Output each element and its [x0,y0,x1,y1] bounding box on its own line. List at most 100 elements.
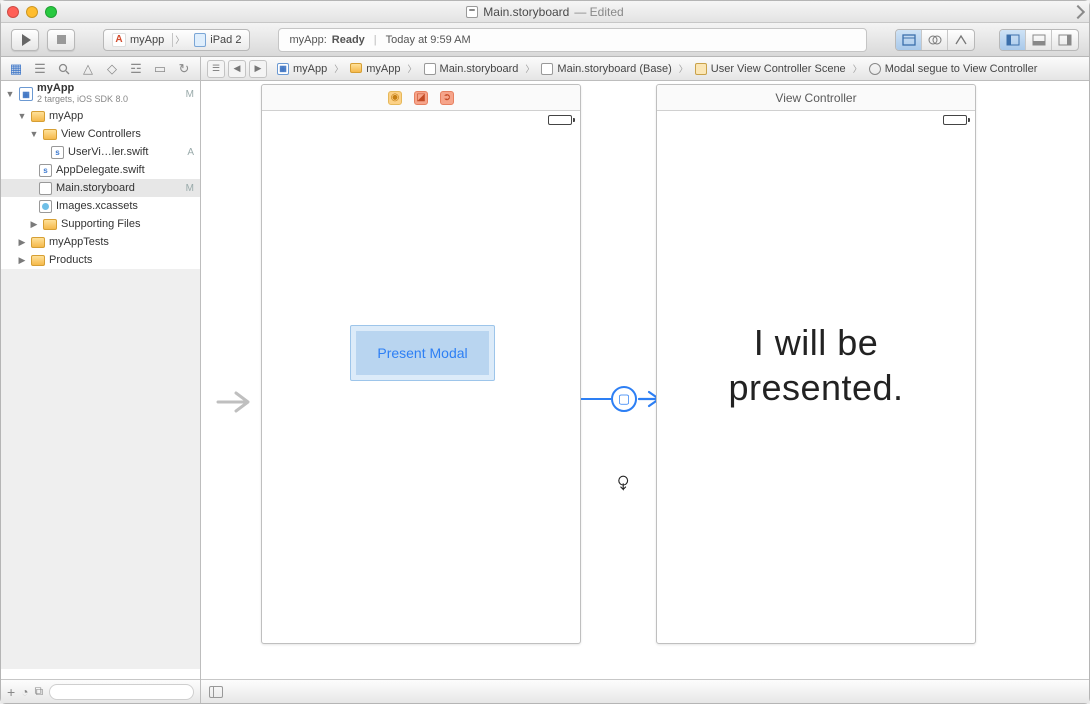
navigator-filter-bar: + ◔ ⧉ [1,679,200,703]
filter-field[interactable] [49,684,194,700]
stop-button[interactable] [47,29,75,51]
group-label: Supporting Files [61,218,141,230]
storyboard-doc-icon [466,6,478,18]
group-label: View Controllers [61,128,141,140]
initial-vc-arrow-icon[interactable] [216,389,256,415]
storyboard-file-icon [39,182,52,195]
segue-icon [869,63,881,75]
modal-segue[interactable]: ▢ [581,386,665,412]
editor-mode-group [895,29,975,51]
folder-icon [350,63,362,73]
assets-file-icon [39,200,52,213]
scene-header[interactable]: View Controller [657,85,975,111]
storyboard-icon [541,63,553,75]
project-subtitle: 2 targets, iOS SDK 8.0 [37,94,128,105]
file-label: Main.storyboard [56,182,135,194]
app-icon: A [112,33,126,47]
group-row[interactable]: ▼View Controllers [1,125,200,143]
cursor-icon [616,475,632,491]
group-label: myAppTests [49,236,109,248]
group-row[interactable]: ▼myApp [1,107,200,125]
issue-nav-icon[interactable]: △ [81,62,95,76]
folder-icon [31,111,45,122]
main-toolbar: AmyApp 〉 iPad 2 myApp: Ready | Today at … [1,23,1089,57]
assistant-editor-button[interactable] [922,30,948,50]
project-icon: ▦ [19,87,33,101]
debug-nav-icon[interactable]: ☲ [129,62,143,76]
recent-filter-icon[interactable]: ◔ [21,685,28,699]
run-button[interactable] [11,29,39,51]
status-state: Ready [332,34,365,46]
folder-icon [31,237,45,248]
file-label: UserVi…ler.swift [68,146,148,158]
crumb-2: Main.storyboard [440,63,519,75]
scm-badge: A [187,147,194,158]
debug-panel-button[interactable] [1026,30,1052,50]
presented-label-line2: presented. [728,367,903,408]
group-row[interactable]: ▶Supporting Files [1,215,200,233]
document-outline-button[interactable] [209,686,223,698]
group-row[interactable]: ▶myAppTests [1,233,200,251]
navigator-jump-bar: ▦ ☰ △ ◇ ☲ ▭ ↻ ☰ ◀ ▶ ▦myApp〉 myApp〉 Main.… [1,57,1089,81]
search-nav-icon[interactable] [57,62,71,76]
status-app: myApp: [289,34,326,46]
symbol-nav-icon[interactable]: ☰ [33,62,47,76]
crumb-0: myApp [293,63,327,75]
file-label: AppDelegate.swift [56,164,145,176]
present-modal-button[interactable]: Present Modal [350,325,495,381]
test-nav-icon[interactable]: ◇ [105,62,119,76]
panel-toggle-group [999,29,1079,51]
add-button[interactable]: + [7,684,15,700]
jump-bar-path[interactable]: ▦myApp〉 myApp〉 Main.storyboard〉 Main.sto… [277,62,1037,75]
file-row-selected[interactable]: Main.storyboardM [1,179,200,197]
storyboard-icon [424,63,436,75]
activity-status: myApp: Ready | Today at 9:59 AM [278,28,867,52]
status-time: Today at 9:59 AM [386,34,471,46]
navigator-panel-button[interactable] [1000,30,1026,50]
folder-icon [43,219,57,230]
scene-header[interactable]: ◉ ◪ ➲ [262,85,580,111]
project-icon: ▦ [277,63,289,75]
project-navigator: ▼ ▦ myApp 2 targets, iOS SDK 8.0 M ▼myAp… [1,81,201,703]
scheme-app-label: myApp [130,34,164,46]
battery-icon [548,115,572,125]
project-nav-icon[interactable]: ▦ [9,62,23,76]
back-button[interactable]: ◀ [228,60,246,78]
crumb-3: Main.storyboard (Base) [557,63,671,75]
window-titlebar: Main.storyboard — Edited [1,1,1089,23]
present-modal-label: Present Modal [377,345,467,361]
scheme-selector[interactable]: AmyApp 〉 iPad 2 [103,29,250,51]
scm-filter-icon[interactable]: ⧉ [34,684,43,699]
standard-editor-button[interactable] [896,30,922,50]
user-view-controller-scene[interactable]: ◉ ◪ ➲ Present Modal [261,84,581,644]
forward-button[interactable]: ▶ [249,60,267,78]
project-name: myApp [37,83,128,94]
folder-icon [31,255,45,266]
version-editor-button[interactable] [948,30,974,50]
related-items-button[interactable]: ☰ [207,60,225,78]
file-row[interactable]: s AppDelegate.swift [1,161,200,179]
project-row[interactable]: ▼ ▦ myApp 2 targets, iOS SDK 8.0 M [1,81,200,107]
swift-file-icon: s [39,164,52,177]
report-nav-icon[interactable]: ↻ [177,62,191,76]
scene-icon [695,63,707,75]
group-label: myApp [49,110,83,122]
window-title-filename: Main.storyboard [483,5,569,19]
scene-title: View Controller [775,91,856,105]
crumb-1: myApp [366,63,400,75]
device-icon [194,33,206,47]
view-controller-scene[interactable]: View Controller I will be presented. [656,84,976,644]
presented-label-line1: I will be [754,322,879,363]
segue-icon: ▢ [611,386,637,412]
file-row[interactable]: Images.xcassets [1,197,200,215]
utilities-panel-button[interactable] [1052,30,1078,50]
storyboard-canvas[interactable]: ◉ ◪ ➲ Present Modal ▢ View Control [201,81,1089,679]
group-row[interactable]: ▶Products [1,251,200,269]
exit-icon: ➲ [440,91,454,105]
folder-icon [43,129,57,140]
view-controller-icon: ◉ [388,91,402,105]
presented-label[interactable]: I will be presented. [677,320,955,410]
group-label: Products [49,254,92,266]
breakpoint-nav-icon[interactable]: ▭ [153,62,167,76]
file-row[interactable]: sUserVi…ler.swiftA [1,143,200,161]
